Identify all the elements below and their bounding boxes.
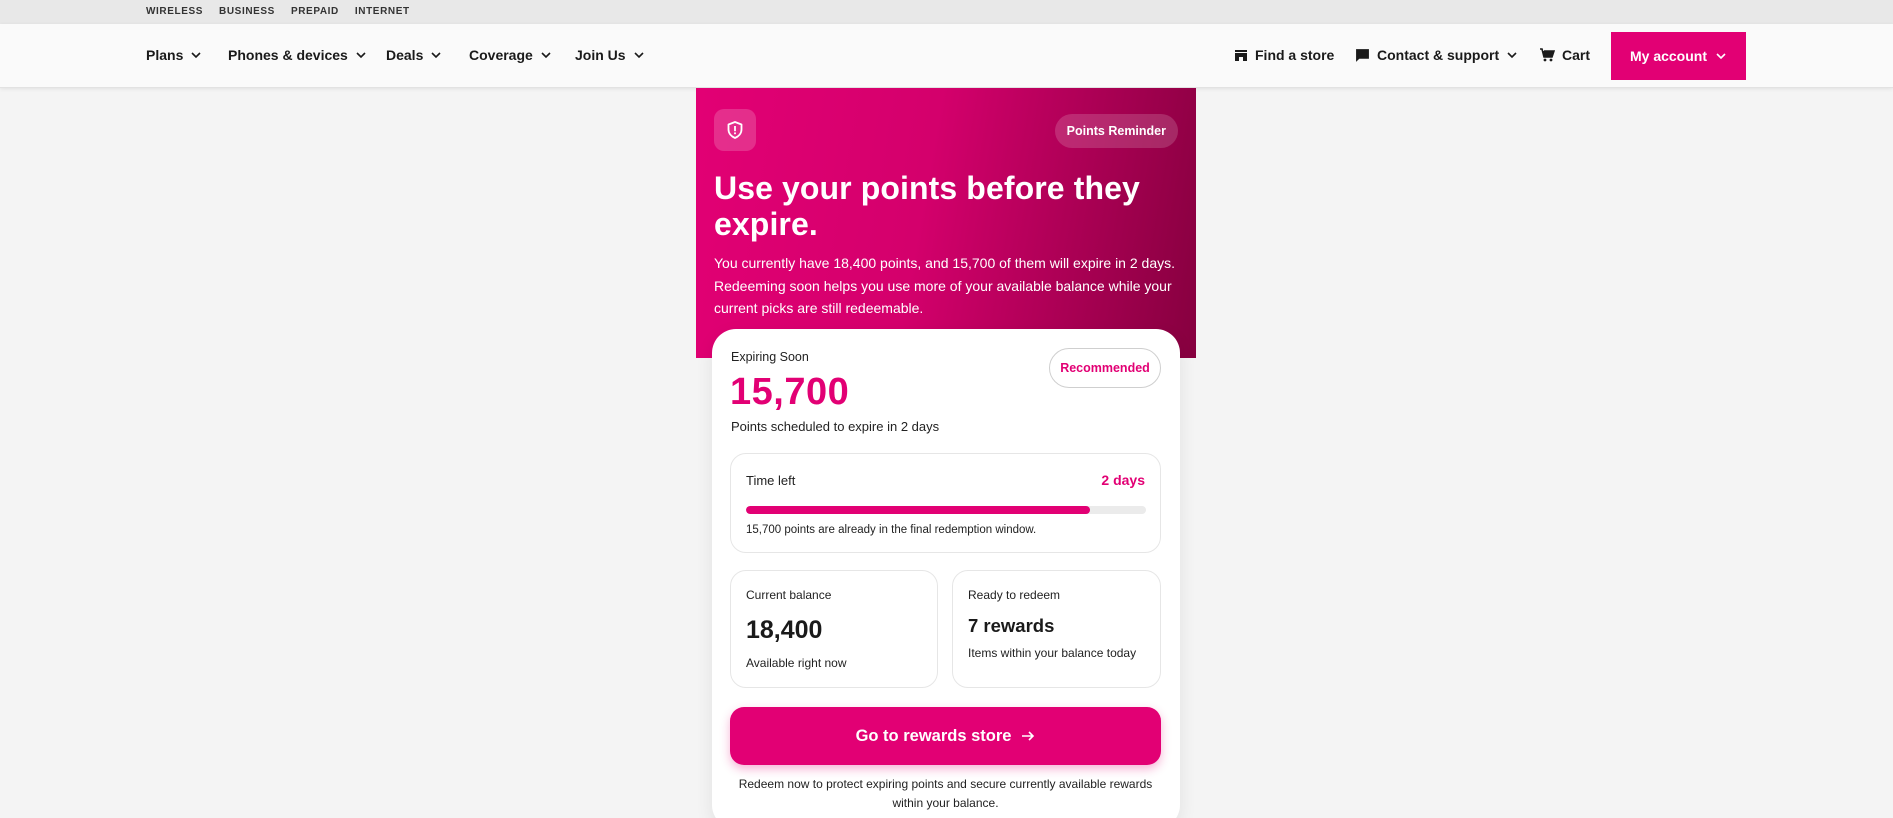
hero-title: Use your points before they expire. bbox=[714, 170, 1140, 242]
current-balance-label: Current balance bbox=[746, 588, 832, 602]
utility-link-wireless[interactable]: WIRELESS bbox=[146, 6, 203, 17]
my-account-button[interactable]: My account bbox=[1611, 32, 1746, 80]
nav-label-join: Join Us bbox=[575, 47, 626, 63]
points-hero: Points Reminder Use your points before t… bbox=[696, 88, 1196, 358]
shield-alert-icon bbox=[727, 121, 743, 139]
main-nav: Plans Phones & devices Deals Coverage Jo… bbox=[0, 24, 1893, 88]
chevron-down-icon bbox=[191, 52, 201, 59]
chat-bubble-icon bbox=[1356, 48, 1369, 62]
contact-support-link[interactable]: Contact & support bbox=[1355, 47, 1518, 63]
current-balance-value: 18,400 bbox=[746, 616, 823, 644]
time-left-progress-fill bbox=[746, 506, 1090, 514]
shield-badge bbox=[714, 109, 756, 151]
ready-to-redeem-subtext: Items within your balance today bbox=[968, 646, 1137, 660]
redeem-footnote: Redeem now to protect expiring points an… bbox=[738, 777, 1153, 810]
chevron-down-icon bbox=[1507, 52, 1517, 59]
ready-to-redeem-label: Ready to redeem bbox=[968, 588, 1061, 602]
arrow-right-icon bbox=[1022, 731, 1035, 741]
chevron-down-icon bbox=[356, 52, 366, 59]
utility-link-internet[interactable]: INTERNET bbox=[355, 6, 410, 17]
cart-icon bbox=[1540, 48, 1555, 62]
expiring-soon-label: Expiring Soon bbox=[731, 350, 809, 364]
expiring-points-value: 15,700 bbox=[730, 371, 850, 413]
cart-link[interactable]: Cart bbox=[1539, 47, 1590, 63]
points-reminder-chip: Points Reminder bbox=[1054, 114, 1178, 148]
chevron-down-icon bbox=[431, 52, 441, 59]
expiring-points-subtext: Points scheduled to expire in 2 days bbox=[731, 419, 940, 434]
my-account-label: My account bbox=[1629, 48, 1707, 64]
go-to-rewards-store-label: Go to rewards store bbox=[855, 726, 1012, 745]
current-balance-panel: Current balance 18,400 Available right n… bbox=[730, 570, 938, 688]
time-left-panel: Time left 2 days 15,700 points are alrea… bbox=[730, 453, 1161, 553]
time-left-progress-track bbox=[746, 506, 1146, 514]
utility-link-prepaid[interactable]: PREPAID bbox=[291, 6, 339, 17]
find-store-label: Find a store bbox=[1255, 47, 1335, 63]
chevron-down-icon bbox=[1716, 53, 1726, 60]
time-left-value: 2 days bbox=[1101, 472, 1145, 488]
nav-label-deals: Deals bbox=[386, 47, 424, 63]
nav-label-phones: Phones & devices bbox=[228, 47, 348, 63]
points-card: Expiring Soon 15,700 Points scheduled to… bbox=[712, 329, 1180, 818]
utility-link-business[interactable]: BUSINESS bbox=[219, 6, 275, 17]
chevron-down-icon bbox=[634, 52, 644, 59]
nav-item-plans[interactable]: Plans bbox=[146, 47, 202, 63]
cart-label: Cart bbox=[1562, 47, 1591, 63]
store-icon bbox=[1235, 50, 1247, 61]
go-to-rewards-store-button[interactable]: Go to rewards store bbox=[730, 707, 1161, 765]
utility-bar: WIRELESS BUSINESS PREPAID INTERNET bbox=[0, 0, 1893, 24]
current-balance-subtext: Available right now bbox=[746, 656, 847, 670]
ready-to-redeem-value: 7 rewards bbox=[968, 615, 1055, 636]
ready-to-redeem-panel: Ready to redeem 7 rewards Items within y… bbox=[952, 570, 1161, 688]
time-left-note: 15,700 points are already in the final r… bbox=[746, 524, 1037, 536]
hero-description: You currently have 18,400 points, and 15… bbox=[714, 255, 1175, 316]
nav-label-plans: Plans bbox=[146, 47, 184, 63]
recommended-badge[interactable]: Recommended bbox=[1049, 348, 1161, 388]
utility-links: WIRELESS BUSINESS PREPAID INTERNET bbox=[146, 6, 410, 17]
nav-item-join[interactable]: Join Us bbox=[575, 47, 645, 63]
find-store-link[interactable]: Find a store bbox=[1234, 47, 1334, 63]
chevron-down-icon bbox=[541, 52, 551, 59]
contact-support-label: Contact & support bbox=[1377, 47, 1500, 63]
nav-label-coverage: Coverage bbox=[469, 47, 533, 63]
nav-item-deals[interactable]: Deals bbox=[386, 47, 442, 63]
time-left-label: Time left bbox=[746, 473, 796, 488]
nav-item-phones[interactable]: Phones & devices bbox=[228, 47, 367, 63]
nav-item-coverage[interactable]: Coverage bbox=[469, 47, 552, 63]
